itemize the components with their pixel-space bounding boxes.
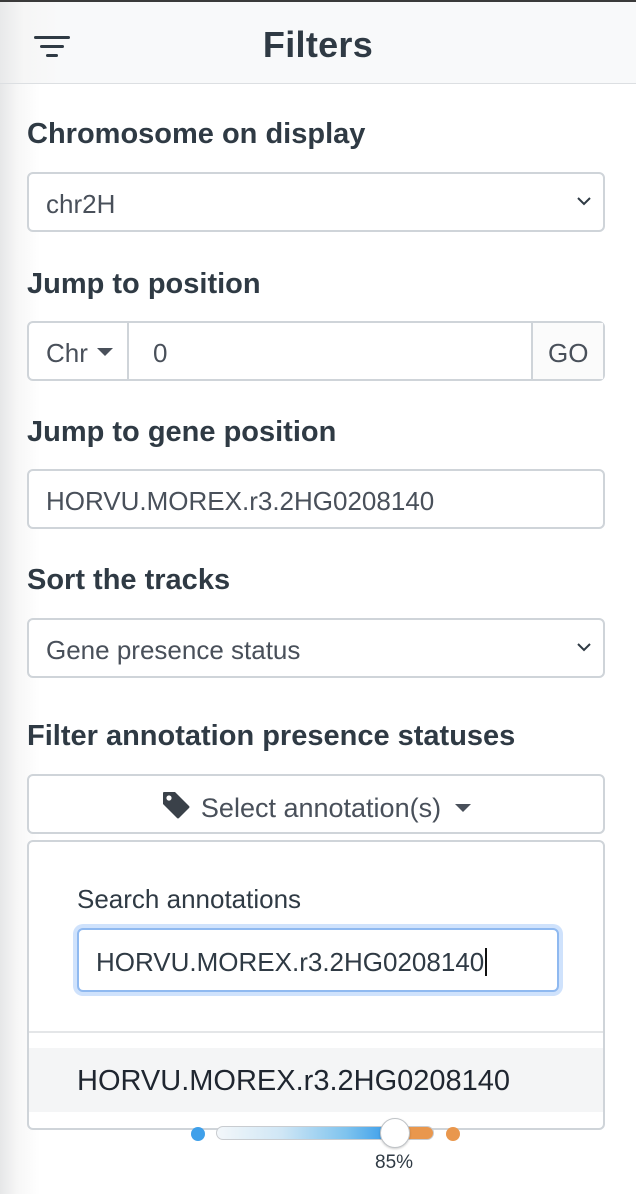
slider-handle[interactable] [380,1118,410,1148]
chevron-down-icon [577,196,591,208]
sort-tracks-label: Sort the tracks [27,564,231,596]
caret-down-icon [97,348,113,356]
search-annotations-input[interactable]: HORVU.MOREX.r3.2HG0208140 [77,928,559,992]
sort-tracks-select[interactable]: Gene presence status [27,618,605,678]
filters-header: Filters [0,2,636,84]
go-button-label: GO [548,338,589,368]
search-annotations-value: HORVU.MOREX.r3.2HG0208140 [96,947,485,977]
chromosome-label: Chromosome on display [27,118,366,150]
annotations-dropdown-menu: Search annotations HORVU.MOREX.r3.2HG020… [27,840,605,1130]
presence-threshold-slider[interactable]: 85% [188,1116,468,1176]
position-input[interactable]: 0 [129,323,533,379]
go-button[interactable]: GO [533,323,603,379]
slider-value-label: 85% [375,1152,414,1173]
jump-position-group: Chr 0 GO [27,321,605,381]
page-title: Filters [262,24,374,65]
jump-gene-label: Jump to gene position [27,416,337,448]
annotation-result-label: HORVU.MOREX.r3.2HG0208140 [77,1065,511,1097]
jump-position-label: Jump to position [27,268,261,300]
gene-position-value: HORVU.MOREX.r3.2HG0208140 [46,486,435,516]
chromosome-select-value: chr2H [46,189,116,219]
annotation-filter-label: Filter annotation presence statuses [27,720,516,752]
blue-dot-icon [191,1127,205,1141]
chr-dropdown-label: Chr [46,338,88,368]
caret-down-icon [455,804,472,812]
search-annotations-label: Search annotations [77,884,302,914]
annotation-result-item[interactable]: HORVU.MOREX.r3.2HG0208140 [29,1048,603,1112]
chromosome-select[interactable]: chr2H [27,172,605,232]
sort-tracks-value: Gene presence status [46,635,301,665]
filters-panel: Filters Chromosome on display chr2H Jump… [0,0,636,1194]
chevron-down-icon [577,642,591,654]
select-annotations-label: Select annotation(s) [200,793,442,823]
tag-icon [161,790,191,827]
orange-dot-icon [446,1127,460,1141]
gene-position-input[interactable]: HORVU.MOREX.r3.2HG0208140 [27,469,605,529]
select-annotations-button[interactable]: Select annotation(s) [27,774,605,834]
chr-dropdown-button[interactable]: Chr [29,323,129,379]
text-cursor [485,948,488,976]
position-input-value: 0 [153,338,168,368]
dropdown-divider [29,1031,603,1033]
